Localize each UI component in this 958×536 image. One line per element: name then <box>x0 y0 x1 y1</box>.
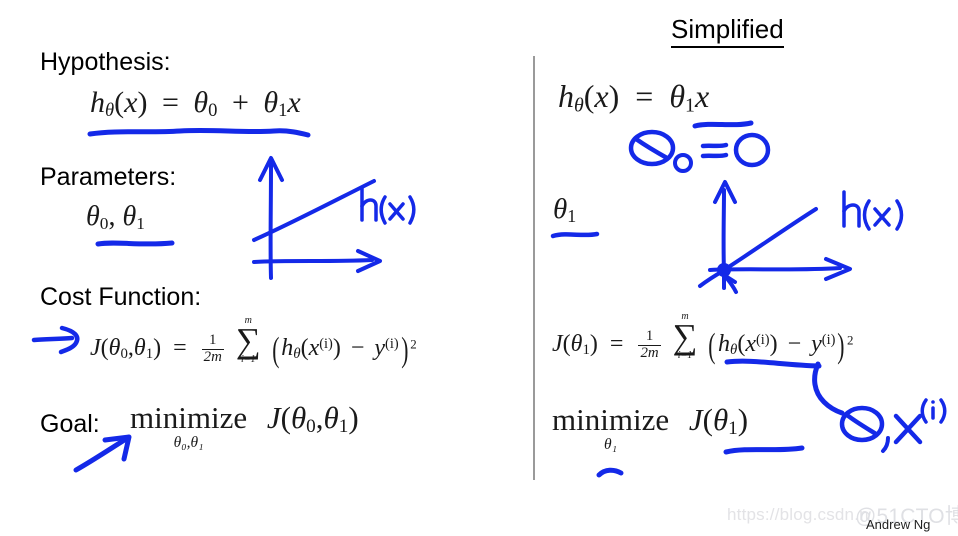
ink-underline-theta1-right <box>550 228 601 242</box>
goal-minimize-word-left: minimize <box>130 400 248 435</box>
ink-label-hx-right <box>838 190 918 238</box>
ink-plot-left <box>250 150 410 280</box>
ink-label-hx-left <box>357 186 427 231</box>
cost-function-label: Cost Function: <box>40 283 202 311</box>
parameters-formula: θ0, θ1 <box>86 201 145 233</box>
cost-function-formula-right: J(θ1) = 1 2m m ∑ i=1 (hθ(x(i)) − y(i)) 2 <box>552 311 854 365</box>
ink-arrow-cost-function <box>31 325 88 358</box>
goal-minimize-word-right: minimize <box>552 402 670 437</box>
slide-canvas: Simplified Hypothesis: hθ(x) = θ0 + θ1x … <box>0 0 958 536</box>
ink-underline-theta1x <box>692 118 755 132</box>
goal-formula-right: minimize θ₁ J(θ1) <box>552 402 749 453</box>
ink-underline-parameters <box>95 237 176 251</box>
hypothesis-label: Hypothesis: <box>40 48 171 76</box>
author-credit: Andrew Ng <box>866 517 931 532</box>
hypothesis-formula: hθ(x) = θ0 + θ1x <box>90 86 301 122</box>
goal-label: Goal: <box>40 410 100 438</box>
hypothesis-formula-right: hθ(x) = θ1x <box>558 78 710 117</box>
parameter-formula-right: θ1 <box>553 193 577 226</box>
goal-formula-left: minimize θ₀,θ₁ J(θ0,θ1) <box>130 400 359 451</box>
cost-function-formula-left: J(θ0,θ1) = 1 2m m ∑ i=1 (hθ(x(i)) − y(i)) 2 <box>90 315 417 369</box>
ink-underline-hypothesis <box>87 124 313 140</box>
ink-mark-under-theta1 <box>596 466 626 480</box>
ink-handwritten-theta-x <box>838 398 948 460</box>
goal-minimize-under-left: θ₀,θ₁ <box>173 434 204 451</box>
ink-plot-right <box>690 176 880 294</box>
ink-arrow-goal <box>72 434 138 474</box>
goal-minimize-under-right: θ₁ <box>604 436 618 453</box>
ink-connector-curve <box>808 361 868 418</box>
ink-handwritten-theta0-equals-zero <box>626 129 776 176</box>
column-divider <box>533 56 535 480</box>
watermark-url: https://blog.csdn.n <box>727 505 869 524</box>
page-title-simplified: Simplified <box>671 14 784 48</box>
parameters-label: Parameters: <box>40 163 177 191</box>
